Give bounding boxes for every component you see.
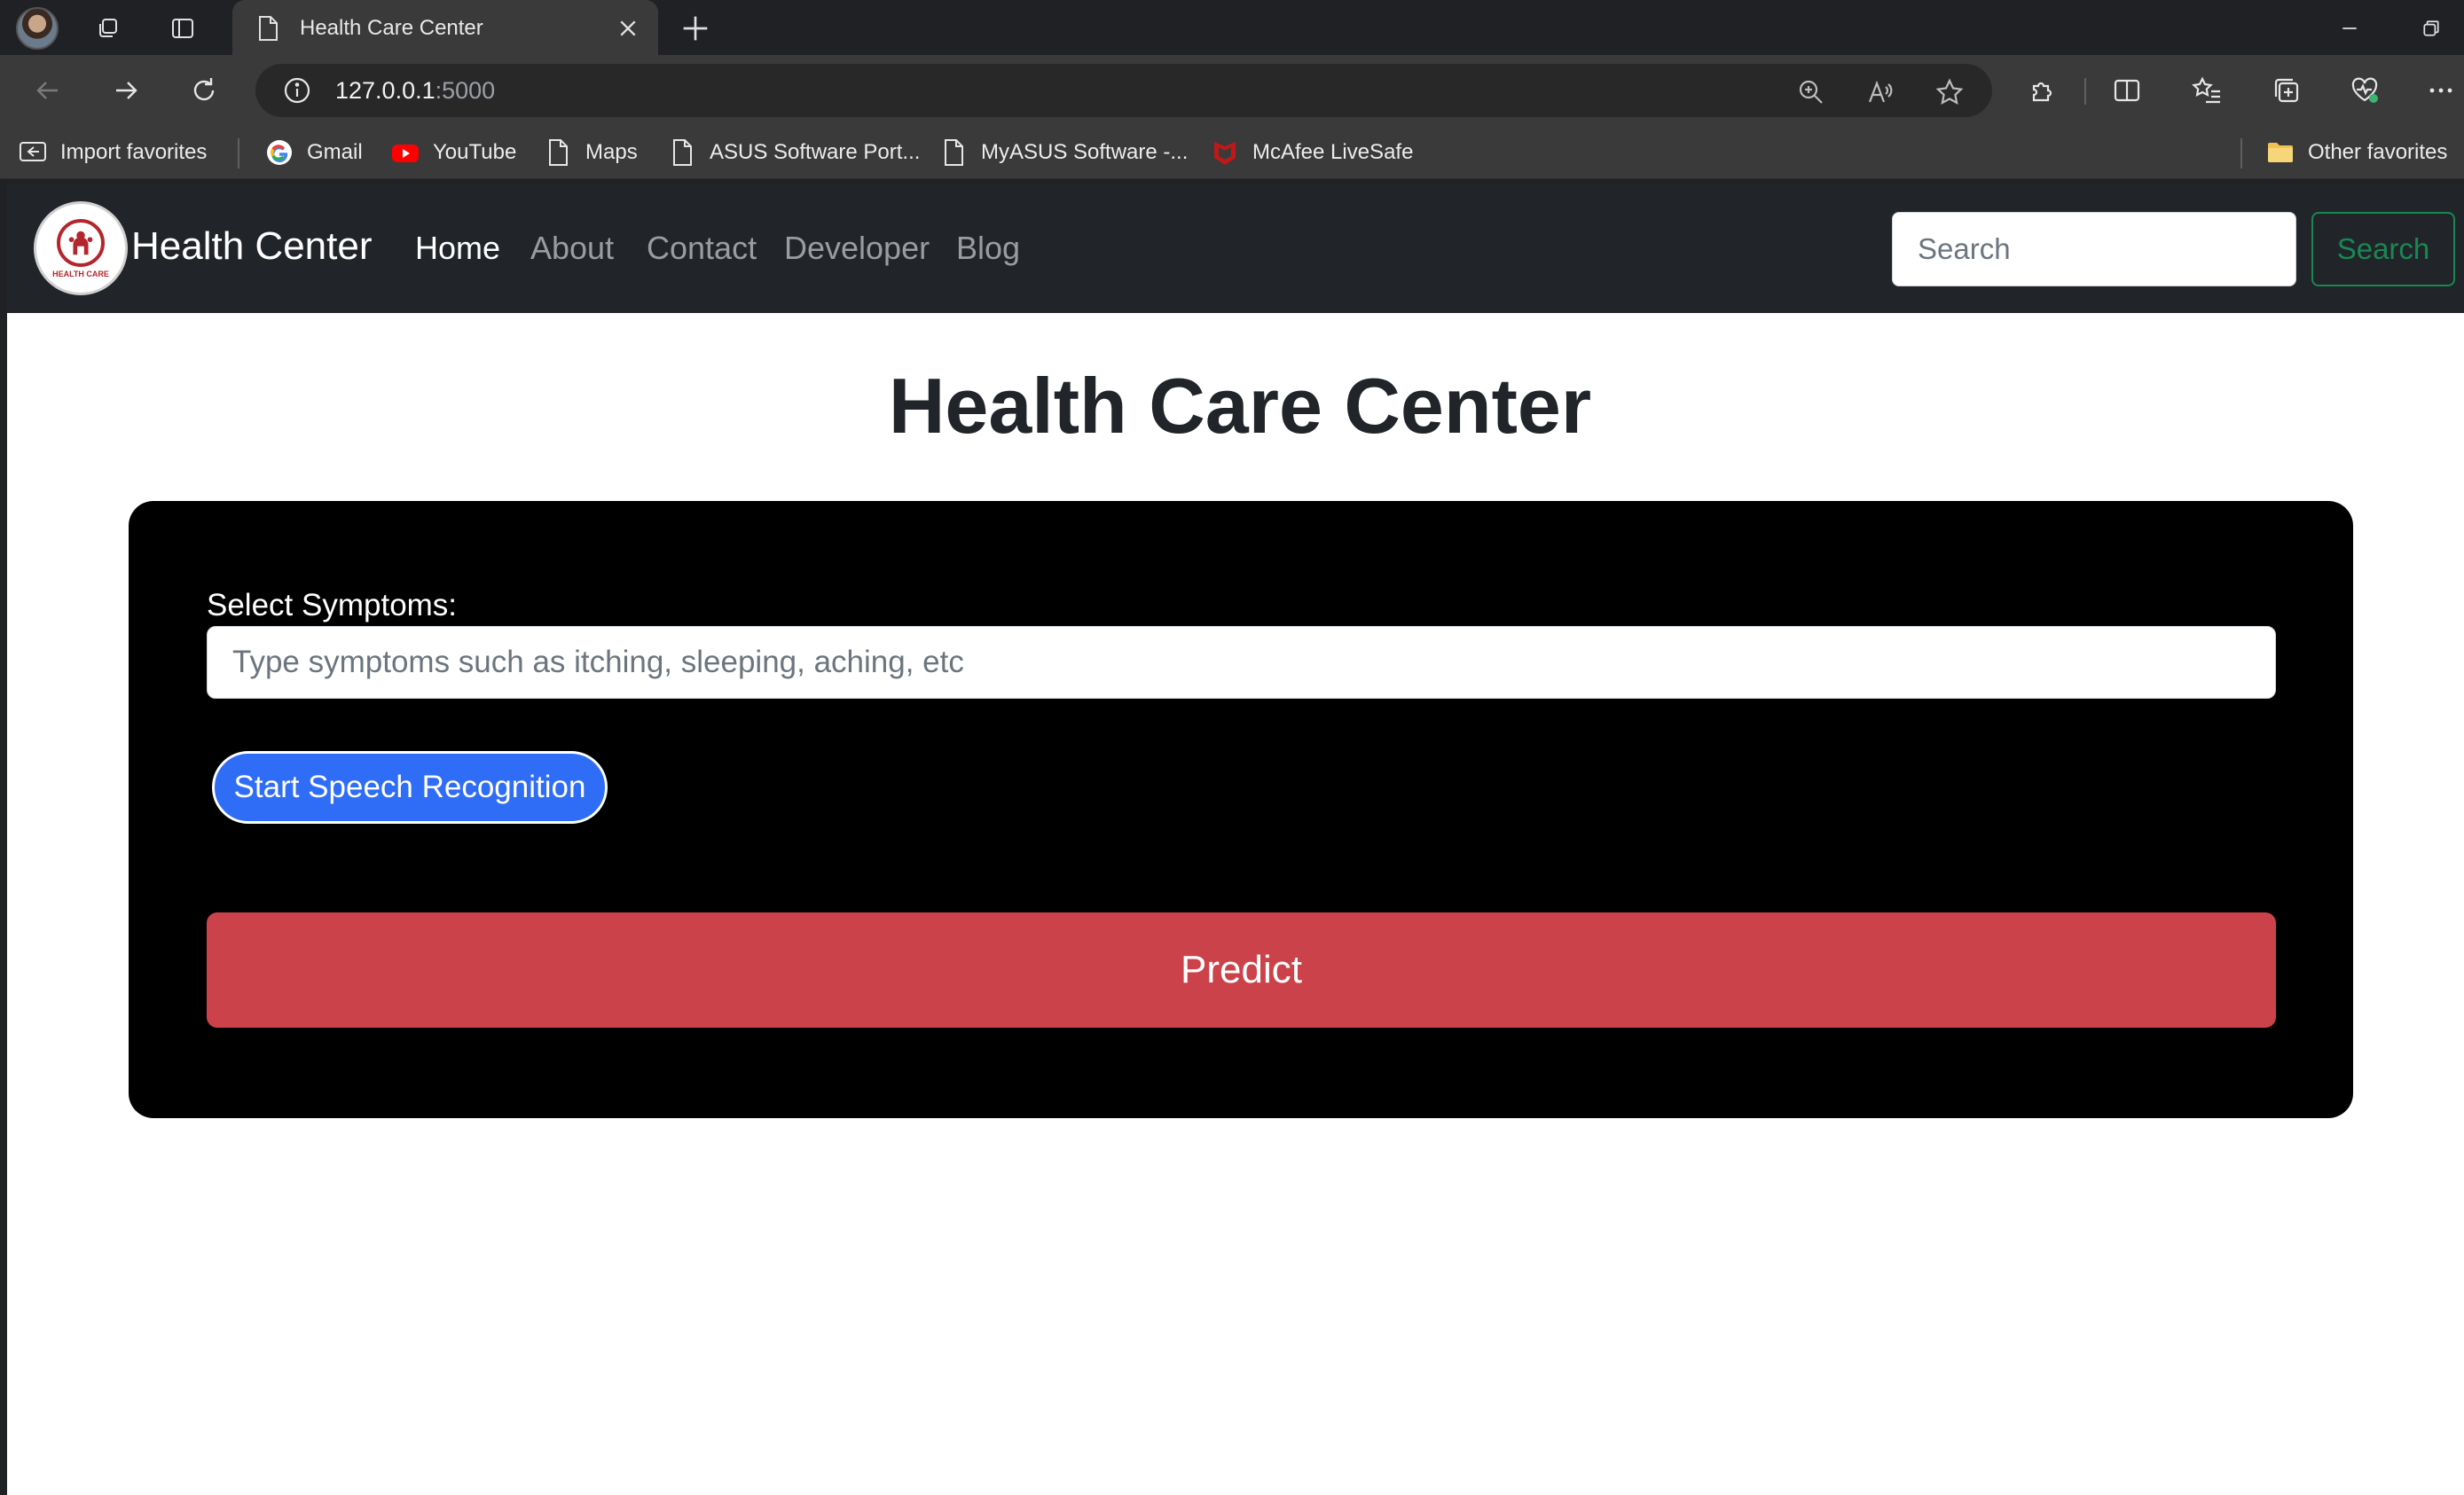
forward-icon[interactable]: [103, 67, 149, 113]
bookmark-label: Other favorites: [2308, 140, 2448, 164]
nav-link-contact[interactable]: Contact: [647, 230, 757, 267]
toolbar-divider: [2084, 78, 2086, 105]
page-title: Health Care Center: [888, 362, 1592, 450]
restore-icon[interactable]: [2409, 11, 2453, 46]
split-screen-icon[interactable]: [2104, 67, 2150, 113]
bookmark-asus-software-portal[interactable]: ASUS Software Port...: [667, 137, 920, 168]
extensions-icon[interactable]: [2019, 67, 2065, 113]
favorite-star-icon[interactable]: [1932, 74, 1967, 110]
health-care-emblem-icon: [57, 218, 105, 267]
start-speech-recognition-button[interactable]: Start Speech Recognition: [212, 751, 608, 824]
page-icon: [673, 139, 692, 166]
import-icon: [20, 142, 46, 161]
bookmark-maps[interactable]: Maps: [543, 137, 638, 168]
url-host: 127.0.0.1: [335, 76, 436, 104]
read-aloud-icon[interactable]: [1863, 74, 1898, 110]
page-viewport: HEALTH CARE Health Center Home About Con…: [7, 184, 2464, 1495]
active-tab[interactable]: Health Care Center: [232, 0, 658, 57]
bookmark-other-favorites[interactable]: Other favorites: [2265, 137, 2447, 168]
bookmark-label: MyASUS Software -...: [981, 140, 1189, 164]
browser-tab-bar: Health Care Center: [0, 0, 2464, 57]
bookmark-divider: [2240, 138, 2242, 168]
browser-toolbar: 127.0.0.1:5000: [0, 55, 2464, 126]
new-tab-icon[interactable]: [676, 11, 715, 46]
profile-avatar[interactable]: [16, 7, 59, 50]
bookmark-label: YouTube: [433, 140, 517, 164]
address-bar[interactable]: 127.0.0.1:5000: [255, 64, 1992, 117]
site-logo[interactable]: HEALTH CARE: [34, 201, 128, 295]
site-info-icon[interactable]: [282, 75, 312, 106]
page-favicon-icon: [259, 16, 278, 41]
nav-link-about[interactable]: About: [530, 230, 614, 267]
minimize-icon[interactable]: [2327, 11, 2372, 46]
bookmark-label: ASUS Software Port...: [710, 140, 921, 164]
brand-link[interactable]: Health Center: [131, 224, 372, 269]
folder-icon: [2268, 143, 2293, 162]
symptoms-input[interactable]: [207, 626, 2276, 699]
youtube-icon: [392, 145, 419, 162]
predict-button[interactable]: Predict: [207, 912, 2276, 1028]
url-port: :5000: [435, 76, 496, 104]
collections-icon[interactable]: [2264, 67, 2310, 113]
bookmark-label: McAfee LiveSafe: [1252, 140, 1414, 164]
nav-link-home[interactable]: Home: [415, 230, 500, 267]
bookmark-label: Maps: [585, 140, 638, 164]
bookmark-mcafee-livesafe[interactable]: McAfee LiveSafe: [1210, 137, 1413, 168]
bookmarks-bar: Import favorites Gmail YouTube Maps ASUS…: [0, 126, 2464, 179]
close-tab-icon[interactable]: [614, 14, 642, 43]
nav-link-developer[interactable]: Developer: [784, 230, 930, 267]
tab-title: Health Care Center: [300, 16, 483, 40]
symptom-form-card: Select Symptoms: Start Speech Recognitio…: [129, 501, 2353, 1118]
bookmark-label: Import favorites: [60, 140, 208, 164]
logo-text: HEALTH CARE: [52, 269, 109, 278]
page-icon: [945, 139, 963, 166]
more-menu-icon[interactable]: [2418, 67, 2464, 113]
bookmark-myasus-software[interactable]: MyASUS Software -...: [938, 137, 1188, 168]
favorites-icon[interactable]: [2184, 67, 2230, 113]
bookmark-import-favorites[interactable]: Import favorites: [18, 137, 207, 168]
refresh-icon[interactable]: [181, 67, 227, 113]
site-search-button[interactable]: Search: [2311, 212, 2455, 286]
site-navbar: HEALTH CARE Health Center Home About Con…: [7, 184, 2464, 313]
zoom-icon[interactable]: [1793, 74, 1829, 110]
site-search-input[interactable]: [1892, 212, 2296, 286]
browser-essentials-icon[interactable]: [2342, 67, 2388, 113]
page-icon: [549, 139, 568, 166]
google-icon: [267, 140, 292, 165]
nav-link-blog[interactable]: Blog: [956, 230, 1020, 267]
workspaces-icon[interactable]: [89, 9, 128, 48]
mcafee-icon: [1214, 142, 1236, 165]
symptoms-label: Select Symptoms:: [207, 588, 458, 622]
bookmark-label: Gmail: [307, 140, 363, 164]
vertical-tabs-icon[interactable]: [163, 9, 202, 48]
bookmark-gmail[interactable]: Gmail: [264, 137, 363, 168]
bookmark-divider: [238, 138, 239, 168]
back-icon[interactable]: [25, 67, 71, 113]
bookmark-youtube[interactable]: YouTube: [390, 137, 516, 168]
